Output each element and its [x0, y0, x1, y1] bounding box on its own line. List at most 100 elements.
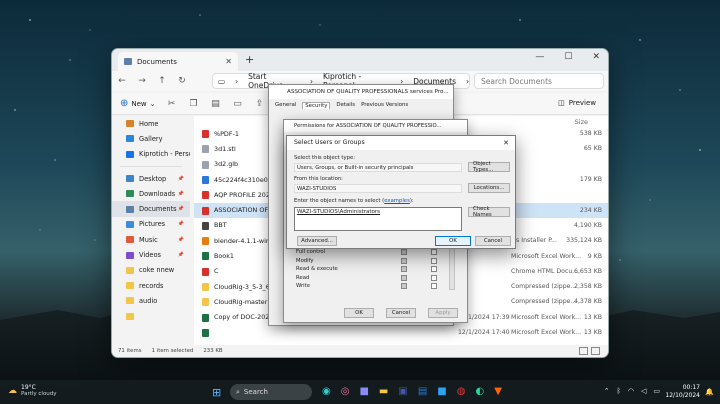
- details-view-icon[interactable]: [579, 347, 588, 355]
- forward-icon[interactable]: →: [132, 76, 152, 86]
- file-explorer-icon[interactable]: ▬: [379, 386, 388, 397]
- copilot-icon[interactable]: ◎: [341, 386, 350, 397]
- minimize-button[interactable]: —: [535, 52, 544, 62]
- sidebar-item-videos[interactable]: Videos 📌: [112, 247, 190, 262]
- allow-checkbox[interactable]: [401, 274, 407, 281]
- clock[interactable]: 00:17 12/10/2024: [665, 384, 700, 400]
- deny-checkbox[interactable]: [431, 249, 437, 256]
- search-input[interactable]: Search Documents: [474, 73, 604, 89]
- object-types-button[interactable]: Object Types...: [468, 161, 510, 173]
- word-icon[interactable]: ▤: [418, 386, 427, 397]
- deny-checkbox[interactable]: [431, 283, 437, 290]
- new-tab-button[interactable]: +: [245, 53, 254, 66]
- tab-general[interactable]: General: [275, 102, 296, 109]
- sidebar-item-onedrive[interactable]: Kiprotich - Perso: [112, 147, 190, 162]
- apply-button[interactable]: Apply: [428, 308, 458, 318]
- permissions-scrollbar[interactable]: [449, 246, 455, 290]
- back-icon[interactable]: ←: [112, 76, 132, 86]
- close-icon[interactable]: ✕: [503, 139, 509, 147]
- bluetooth-icon[interactable]: ᛒ: [617, 387, 621, 395]
- photoshop-icon[interactable]: ■: [437, 386, 446, 397]
- size-column-header[interactable]: Size: [575, 118, 588, 126]
- share-icon[interactable]: ⇪: [254, 99, 266, 109]
- allow-checkbox[interactable]: [401, 257, 407, 264]
- file-row[interactable]: 12/1/2024 17:40 Microsoft Excel Work... 13…: [194, 325, 608, 340]
- battery-icon[interactable]: ▭: [653, 387, 660, 395]
- clock-date: 12/10/2024: [665, 392, 700, 399]
- maximize-button[interactable]: ☐: [564, 52, 572, 62]
- sidebar-item-pictures[interactable]: Pictures 📌: [112, 217, 190, 232]
- locations-button[interactable]: Locations...: [468, 183, 510, 193]
- sidebar-item-music[interactable]: Music 📌: [112, 232, 190, 247]
- temperature: 19°C: [21, 384, 36, 391]
- select-users-title: Select Users or Groups: [287, 136, 515, 150]
- sidebar-item-folder[interactable]: [112, 309, 190, 324]
- taskbar-search[interactable]: ⌕ Search: [230, 384, 312, 400]
- location-value: WAZI-STUDIOS: [294, 184, 462, 193]
- deny-checkbox[interactable]: [431, 266, 437, 273]
- close-tab-icon[interactable]: ✕: [225, 57, 232, 66]
- sidebar-item-coke-nnew[interactable]: coke nnew: [112, 263, 190, 278]
- weather-widget[interactable]: ☁ 19°C Partly cloudy: [8, 384, 57, 398]
- check-names-button[interactable]: Check Names: [468, 206, 510, 218]
- rename-icon[interactable]: ▭: [232, 99, 244, 109]
- paste-icon[interactable]: ▤: [210, 99, 222, 109]
- wifi-icon[interactable]: ◠: [628, 387, 634, 395]
- edge-icon[interactable]: ◉: [322, 386, 331, 397]
- allow-checkbox[interactable]: [401, 283, 407, 290]
- cancel-button[interactable]: Cancel: [386, 308, 416, 318]
- teams-icon[interactable]: ■: [359, 386, 368, 397]
- sidebar-item-audio[interactable]: audio: [112, 293, 190, 308]
- sidebar-item-documents[interactable]: Documents 📌: [112, 201, 190, 217]
- ok-button[interactable]: OK: [344, 308, 374, 318]
- tiles-view-icon[interactable]: [591, 347, 600, 355]
- brave-icon[interactable]: ▼: [494, 386, 502, 397]
- names-label: Enter the object names to select (exampl…: [294, 198, 414, 204]
- gallery-icon: [126, 135, 134, 143]
- file-date: 12/1/2024 17:40: [458, 329, 510, 337]
- object-type-label: Select this object type:: [294, 155, 355, 161]
- permission-label: Read: [296, 274, 310, 281]
- chrome-icon[interactable]: ◍: [457, 386, 466, 397]
- tab-security[interactable]: Security: [302, 102, 331, 109]
- sidebar-item-label: Kiprotich - Perso: [139, 150, 190, 159]
- deny-checkbox[interactable]: [431, 257, 437, 264]
- sidebar-item-gallery[interactable]: Gallery: [112, 131, 190, 146]
- sidebar-item-downloads[interactable]: Downloads 📌: [112, 186, 190, 201]
- allow-checkbox[interactable]: [401, 249, 407, 256]
- examples-link[interactable]: examples: [384, 198, 410, 204]
- edge-browser-icon[interactable]: ◐: [475, 386, 484, 397]
- tab-previous-versions[interactable]: Previous Versions: [361, 102, 408, 109]
- refresh-icon[interactable]: ↻: [172, 76, 192, 86]
- advanced-button[interactable]: Advanced...: [297, 236, 337, 246]
- sidebar-item-records[interactable]: records: [112, 278, 190, 293]
- monitor-icon: ▭: [218, 76, 226, 86]
- cut-icon[interactable]: ✂: [166, 99, 178, 109]
- notification-icon[interactable]: 🔔: [705, 388, 714, 396]
- file-icon: [202, 328, 209, 337]
- cancel-button[interactable]: Cancel: [475, 236, 511, 246]
- up-icon[interactable]: ↑: [152, 76, 172, 86]
- tab-documents[interactable]: Documents ✕: [118, 52, 238, 71]
- preview-button[interactable]: ◫ Preview: [558, 99, 596, 107]
- volume-icon[interactable]: ◁: [641, 387, 646, 395]
- close-window-button[interactable]: ✕: [592, 52, 600, 62]
- ok-button[interactable]: OK: [435, 236, 471, 246]
- start-icon[interactable]: ⊞: [212, 386, 221, 399]
- deny-checkbox[interactable]: [431, 274, 437, 281]
- file-icon: [202, 252, 209, 261]
- permissions-grid: Full control Modify Read & execute Read …: [296, 248, 456, 291]
- chevron-up-icon[interactable]: ⌃: [604, 387, 610, 395]
- sidebar-item-label: Home: [139, 119, 159, 128]
- tab-details[interactable]: Details: [336, 102, 355, 109]
- file-icon: [202, 191, 209, 200]
- allow-checkbox[interactable]: [401, 266, 407, 273]
- new-button[interactable]: ⊕ New ⌄: [120, 98, 156, 109]
- copy-icon[interactable]: ❐: [188, 99, 200, 109]
- file-name: Book1: [214, 252, 234, 261]
- sidebar-item-desktop[interactable]: Desktop 📌: [112, 171, 190, 186]
- sidebar-item-label: Pictures: [139, 220, 166, 229]
- store-icon[interactable]: ▣: [398, 386, 407, 397]
- object-names-input[interactable]: WAZI-STUDIOS\Administrators: [294, 207, 462, 231]
- sidebar-item-home[interactable]: Home: [112, 116, 190, 131]
